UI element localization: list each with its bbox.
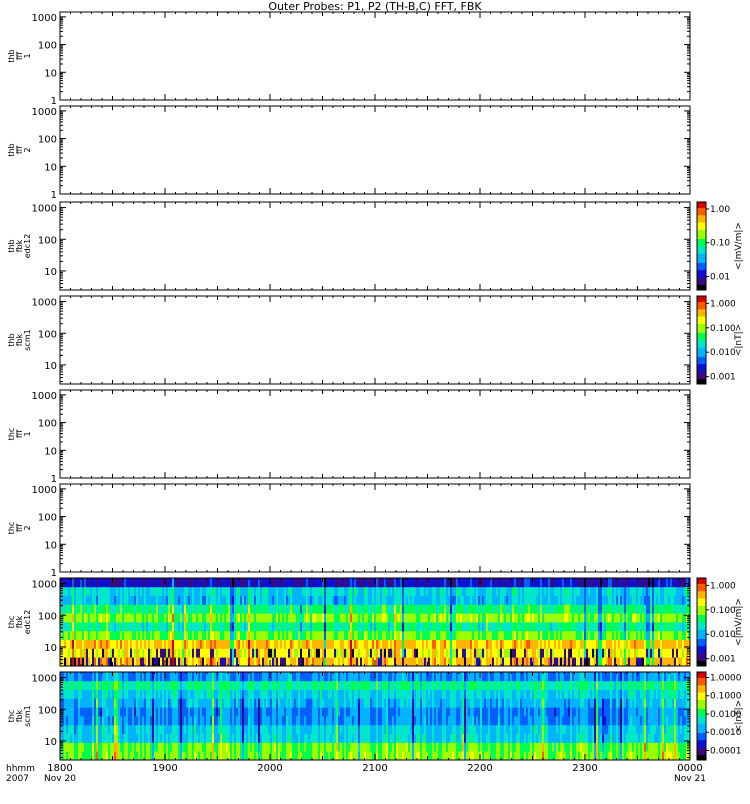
y-tick-label-p1: 1000 bbox=[32, 107, 57, 118]
panel-label-p6: edc12 bbox=[23, 610, 32, 635]
plot-stage: Outer Probes: P1, P2 (TH-B,C) FFT, FBK 1… bbox=[0, 0, 750, 800]
y-tick-label-p4: 10 bbox=[44, 446, 57, 457]
y-tick-label-p6: 100 bbox=[38, 611, 57, 622]
y-tick-label-p4: 100 bbox=[38, 419, 57, 430]
figure-title: Outer Probes: P1, P2 (TH-B,C) FFT, FBK bbox=[268, 0, 482, 13]
panel-label-p4: 1 bbox=[23, 431, 32, 436]
y-tick-label-p6: 1000 bbox=[32, 580, 57, 591]
panel-label-p5: 2 bbox=[23, 525, 32, 530]
y-tick-label-p4: 1000 bbox=[32, 391, 57, 402]
y-tick-label-p3: 100 bbox=[38, 329, 57, 340]
panel-frame-5 bbox=[60, 484, 690, 572]
y-tick-label-p2: 10 bbox=[44, 267, 57, 278]
y-tick-label-p0: 1 bbox=[51, 96, 57, 107]
panel-frame-2 bbox=[60, 202, 690, 290]
figure-canvas: Outer Probes: P1, P2 (TH-B,C) FFT, FBK 1… bbox=[0, 0, 750, 800]
colorbar-tick-label-p3: 0.100 bbox=[710, 324, 736, 334]
y-tick-label-p5: 100 bbox=[38, 513, 57, 524]
y-tick-label-p1: 1 bbox=[51, 190, 57, 201]
y-tick-label-p6: 10 bbox=[44, 643, 57, 654]
panel-label-p0: 1 bbox=[23, 53, 32, 58]
panel-frame-4 bbox=[60, 390, 690, 478]
colorbar-tick-label-p2: 1.00 bbox=[710, 205, 730, 215]
y-tick-label-p2: 1000 bbox=[32, 204, 57, 215]
panel-frame-1 bbox=[60, 106, 690, 194]
y-tick-label-p3: 10 bbox=[44, 361, 57, 372]
y-tick-label-p4: 1 bbox=[51, 474, 57, 485]
y-tick-label-p3: 1000 bbox=[32, 298, 57, 309]
y-tick-label-p5: 1 bbox=[51, 568, 57, 579]
colorbar-tick-label-p6: 0.100 bbox=[710, 606, 736, 616]
y-tick-label-p0: 1000 bbox=[32, 13, 57, 24]
colorbar-tick-label-p6: 0.001 bbox=[710, 655, 736, 665]
y-tick-label-p0: 100 bbox=[38, 41, 57, 52]
colorbar-tick-label-p3: 1.000 bbox=[710, 299, 736, 309]
y-tick-label-p0: 10 bbox=[44, 68, 57, 79]
panel-label-p1: 2 bbox=[23, 147, 32, 152]
y-tick-label-p1: 10 bbox=[44, 162, 57, 173]
colorbar-label-p2: <|mV/m|> bbox=[734, 222, 744, 270]
panel-label-p2: edc12 bbox=[23, 234, 32, 259]
colorbar-label-p3: <|nT|> bbox=[734, 324, 744, 356]
y-tick-label-p1: 100 bbox=[38, 135, 57, 146]
colorbar-tick-label-p2: 0.01 bbox=[710, 273, 730, 283]
colorbar-tick-label-p2: 0.10 bbox=[710, 239, 730, 249]
colorbar-tick-label-p6: 1.000 bbox=[710, 581, 736, 591]
y-tick-label-p2: 100 bbox=[38, 235, 57, 246]
panel-label-p3: scm1 bbox=[23, 329, 32, 350]
y-tick-label-p5: 10 bbox=[44, 540, 57, 551]
colorbar-tick-label-p6: 0.010 bbox=[710, 630, 736, 640]
colorbar-tick-label-p3: 0.001 bbox=[710, 373, 736, 383]
y-tick-label-p5: 1000 bbox=[32, 485, 57, 496]
panel-frame-0 bbox=[60, 12, 690, 100]
panel-frame-3 bbox=[60, 296, 690, 384]
colorbar-tick-label-p3: 0.010 bbox=[710, 348, 736, 358]
colorbar-label-p6: <|mV/m|> bbox=[734, 598, 744, 646]
